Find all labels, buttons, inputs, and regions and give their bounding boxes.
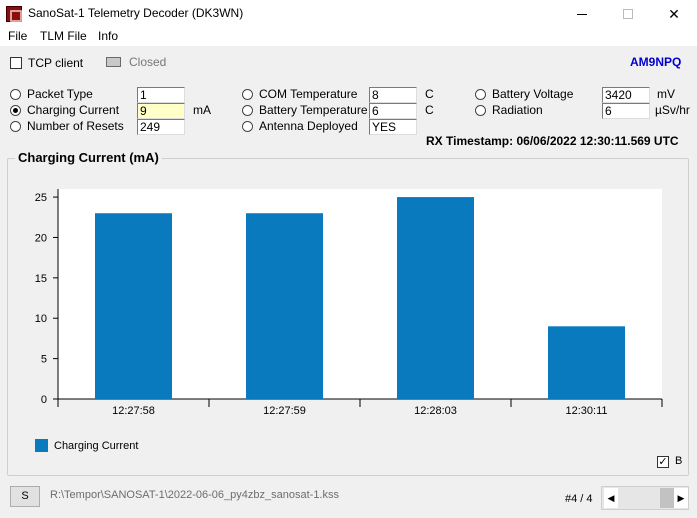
connection-status-indicator [106, 57, 121, 67]
radio-radiation[interactable] [475, 105, 486, 116]
window-title: SanoSat-1 Telemetry Decoder (DK3WN) [28, 6, 244, 20]
close-button[interactable]: ✕ [651, 0, 697, 28]
unit-com-temperature: C [425, 87, 434, 101]
b-label: B [675, 455, 683, 467]
b-checkbox[interactable]: ✓ [657, 456, 669, 468]
label-radiation: Radiation [492, 103, 543, 117]
field-battery-voltage: 3420 [602, 87, 650, 103]
menu-tlm-file[interactable]: TLM File [40, 29, 87, 43]
x-tick-label: 12:27:59 [263, 405, 306, 417]
label-battery-voltage: Battery Voltage [492, 87, 574, 101]
y-tick-label: 10 [35, 313, 47, 325]
radio-antenna-deployed[interactable] [242, 121, 253, 132]
field-charging-current: 9 [137, 103, 185, 119]
x-tick-label: 12:30:11 [565, 405, 607, 417]
label-packet-type: Packet Type [27, 87, 93, 101]
bar [548, 326, 625, 399]
minimize-button[interactable] [559, 0, 605, 28]
field-antenna-deployed: YES [369, 119, 417, 135]
label-charging-current: Charging Current [27, 103, 120, 117]
legend-label: Charging Current [54, 440, 139, 452]
menu-bar: File TLM File Info [0, 28, 697, 46]
scroll-thumb[interactable] [660, 488, 674, 508]
radio-battery-voltage[interactable] [475, 89, 486, 100]
chart-title: Charging Current (mA) [15, 150, 162, 165]
tcp-client-checkbox[interactable] [10, 57, 22, 69]
field-radiation: 6 [602, 103, 650, 119]
label-com-temperature: COM Temperature [259, 87, 358, 101]
minimize-icon [577, 14, 587, 15]
scroll-left-button[interactable]: ◀ [604, 488, 618, 508]
label-battery-temperature: Battery Temperature [259, 103, 368, 117]
s-button[interactable]: S [10, 486, 40, 507]
record-counter: #4 / 4 [565, 493, 593, 505]
radio-packet-type[interactable] [10, 89, 21, 100]
maximize-button[interactable] [605, 0, 651, 28]
y-tick-label: 0 [41, 394, 47, 406]
tcp-client-label: TCP client [28, 56, 84, 70]
field-battery-temperature: 6 [369, 103, 417, 119]
menu-file[interactable]: File [8, 29, 27, 43]
x-tick-label: 12:27:58 [112, 405, 155, 417]
radio-battery-temperature[interactable] [242, 105, 253, 116]
x-tick-label: 12:28:03 [414, 405, 457, 417]
bar [95, 213, 172, 399]
scroll-right-icon: ▶ [677, 493, 685, 503]
radio-number-of-resets[interactable] [10, 121, 21, 132]
label-number-of-resets: Number of Resets [27, 119, 124, 133]
scroll-right-button[interactable]: ▶ [674, 488, 688, 508]
scroll-left-icon: ◀ [607, 493, 615, 503]
unit-charging-current: mA [193, 103, 211, 117]
close-icon: ✕ [668, 6, 680, 22]
label-antenna-deployed: Antenna Deployed [259, 119, 358, 133]
connection-status-label: Closed [129, 55, 167, 69]
field-number-of-resets: 249 [137, 119, 185, 135]
field-packet-type: 1 [137, 87, 185, 103]
y-tick-label: 5 [41, 354, 47, 366]
menu-info[interactable]: Info [98, 29, 118, 43]
bar [397, 197, 474, 399]
title-bar: SanoSat-1 Telemetry Decoder (DK3WN) ✕ [0, 0, 697, 28]
maximize-icon [623, 9, 633, 19]
field-com-temperature: 8 [369, 87, 417, 103]
unit-radiation: µSv/hr [655, 103, 690, 117]
y-tick-label: 25 [35, 192, 47, 204]
y-tick-label: 15 [35, 273, 47, 285]
app-icon [6, 6, 22, 22]
rx-timestamp: RX Timestamp: 06/06/2022 12:30:11.569 UT… [426, 134, 679, 148]
radio-charging-current[interactable] [10, 105, 21, 116]
y-tick-label: 20 [35, 232, 47, 244]
unit-battery-temperature: C [425, 103, 434, 117]
bar [246, 213, 323, 399]
legend-swatch [35, 439, 48, 452]
callsign: AM9NPQ [630, 55, 682, 69]
unit-battery-voltage: mV [657, 87, 675, 101]
file-path: R:\Tempor\SANOSAT-1\2022-06-06_py4zbz_sa… [50, 489, 339, 501]
radio-com-temperature[interactable] [242, 89, 253, 100]
